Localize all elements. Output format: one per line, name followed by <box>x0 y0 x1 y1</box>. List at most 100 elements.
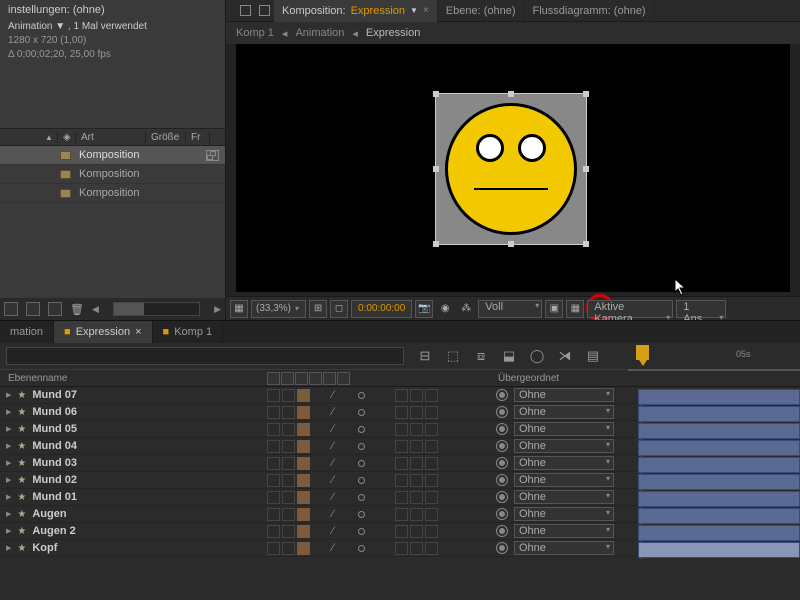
switch-shy-icon[interactable] <box>267 372 280 385</box>
new-comp-icon[interactable] <box>48 302 62 316</box>
adjustment-switch[interactable] <box>410 491 423 504</box>
motionblur-switch[interactable] <box>395 423 408 436</box>
adjustment-switch[interactable] <box>410 474 423 487</box>
rgb-icon[interactable]: ⁂ <box>457 300 475 318</box>
switch-3d-icon[interactable] <box>337 372 350 385</box>
quality-switch[interactable] <box>358 409 365 416</box>
solo-switch[interactable] <box>282 406 295 419</box>
twirl-icon[interactable]: ▶ <box>6 476 11 484</box>
twirl-icon[interactable]: ▶ <box>6 408 11 416</box>
twirl-icon[interactable]: ▶ <box>6 459 11 467</box>
3d-switch[interactable] <box>425 525 438 538</box>
pickwhip-icon[interactable] <box>496 389 508 401</box>
label-color[interactable] <box>297 389 310 402</box>
quality-switch[interactable] <box>358 443 365 450</box>
interpret-footage-icon[interactable] <box>4 302 18 316</box>
autokey-icon[interactable]: ⧕ <box>556 347 574 365</box>
frameblend-icon[interactable]: ⧈ <box>472 347 490 365</box>
mask-icon[interactable]: ◻ <box>330 300 348 318</box>
parent-dropdown[interactable]: Ohne <box>514 456 614 470</box>
col-parent[interactable]: Übergeordnet <box>392 373 559 384</box>
crumb-current[interactable]: Expression <box>366 27 420 39</box>
3d-switch[interactable] <box>425 508 438 521</box>
tab-layer[interactable]: Ebene: (ohne) <box>438 0 525 22</box>
pickwhip-icon[interactable] <box>496 508 508 520</box>
project-item[interactable]: Komposition <box>0 146 225 165</box>
magnify-icon[interactable]: ▦ <box>230 300 248 318</box>
resolution-dropdown[interactable]: Voll <box>478 300 542 318</box>
layer-duration-bar[interactable] <box>638 457 800 473</box>
camera-dropdown[interactable]: Aktive Kamera <box>587 300 673 318</box>
col-layername[interactable]: Ebenenname <box>0 373 264 384</box>
zoom-dropdown[interactable]: (33,3%) <box>251 300 306 318</box>
adjustment-switch[interactable] <box>410 440 423 453</box>
parent-dropdown[interactable]: Ohne <box>514 490 614 504</box>
project-item[interactable]: Komposition <box>0 165 225 184</box>
quality-switch[interactable] <box>358 545 365 552</box>
solo-switch[interactable] <box>282 542 295 555</box>
parent-dropdown[interactable]: Ohne <box>514 541 614 555</box>
close-icon[interactable]: × <box>135 326 141 338</box>
snapshot-icon[interactable]: 📷 <box>415 300 433 318</box>
layer-duration-bar[interactable] <box>638 389 800 405</box>
search-field[interactable] <box>6 347 404 365</box>
motionblur-switch[interactable] <box>395 440 408 453</box>
solo-switch[interactable] <box>282 525 295 538</box>
twirl-icon[interactable]: ▶ <box>6 527 11 535</box>
fx-icon[interactable]: ∕ <box>332 508 334 520</box>
draft3d-icon[interactable]: ⬚ <box>444 347 462 365</box>
switch-frameblend-icon[interactable] <box>295 372 308 385</box>
time-ruler[interactable]: 05s <box>628 343 800 371</box>
new-folder-icon[interactable] <box>26 302 40 316</box>
motionblur-switch[interactable] <box>395 491 408 504</box>
track-area[interactable] <box>628 389 800 559</box>
pickwhip-icon[interactable] <box>496 491 508 503</box>
adjustment-switch[interactable] <box>410 525 423 538</box>
parent-dropdown[interactable]: Ohne <box>514 405 614 419</box>
label-color[interactable] <box>297 525 310 538</box>
shy-switch[interactable] <box>267 440 280 453</box>
quality-switch[interactable] <box>358 460 365 467</box>
parent-dropdown[interactable]: Ohne <box>514 473 614 487</box>
solo-switch[interactable] <box>282 440 295 453</box>
3d-switch[interactable] <box>425 474 438 487</box>
adjustment-switch[interactable] <box>410 457 423 470</box>
shy-switch[interactable] <box>267 491 280 504</box>
pickwhip-icon[interactable] <box>496 440 508 452</box>
motionblur-switch[interactable] <box>395 542 408 555</box>
3d-switch[interactable] <box>425 542 438 555</box>
col-groesse[interactable]: Größe <box>146 132 186 143</box>
parent-dropdown[interactable]: Ohne <box>514 524 614 538</box>
label-color[interactable] <box>297 542 310 555</box>
trash-icon[interactable]: 🗑 <box>70 303 84 316</box>
motionblur-switch[interactable] <box>395 457 408 470</box>
twirl-icon[interactable]: ▶ <box>6 544 11 552</box>
layer-duration-bar[interactable] <box>638 542 800 558</box>
scroll-right-icon[interactable]: ▶ <box>214 304 221 315</box>
shy-switch[interactable] <box>267 508 280 521</box>
comp-mini-flowchart-icon[interactable]: ⊟ <box>416 347 434 365</box>
twirl-icon[interactable]: ▶ <box>6 425 11 433</box>
fx-icon[interactable]: ∕ <box>332 423 334 435</box>
motionblur-icon[interactable]: ⬓ <box>500 347 518 365</box>
motionblur-switch[interactable] <box>395 406 408 419</box>
adjustment-switch[interactable] <box>410 508 423 521</box>
tab-composition[interactable]: Komposition: Expression ▼ × <box>274 0 438 22</box>
switch-motionblur-icon[interactable] <box>309 372 322 385</box>
viewport[interactable] <box>236 44 790 292</box>
switch-adjustment-icon[interactable] <box>323 372 336 385</box>
twirl-icon[interactable]: ▶ <box>6 391 11 399</box>
adjustment-switch[interactable] <box>410 389 423 402</box>
tab-flowchart[interactable]: Flussdiagramm: (ohne) <box>525 0 655 22</box>
twirl-icon[interactable]: ▶ <box>6 493 11 501</box>
timeline-tab[interactable]: ■Komp 1 <box>153 321 224 343</box>
adjustment-switch[interactable] <box>410 423 423 436</box>
label-color[interactable] <box>297 406 310 419</box>
label-color[interactable] <box>297 474 310 487</box>
3d-switch[interactable] <box>425 423 438 436</box>
close-icon[interactable]: × <box>423 5 429 16</box>
layer-duration-bar[interactable] <box>638 423 800 439</box>
3d-switch[interactable] <box>425 389 438 402</box>
3d-switch[interactable] <box>425 406 438 419</box>
solo-switch[interactable] <box>282 423 295 436</box>
